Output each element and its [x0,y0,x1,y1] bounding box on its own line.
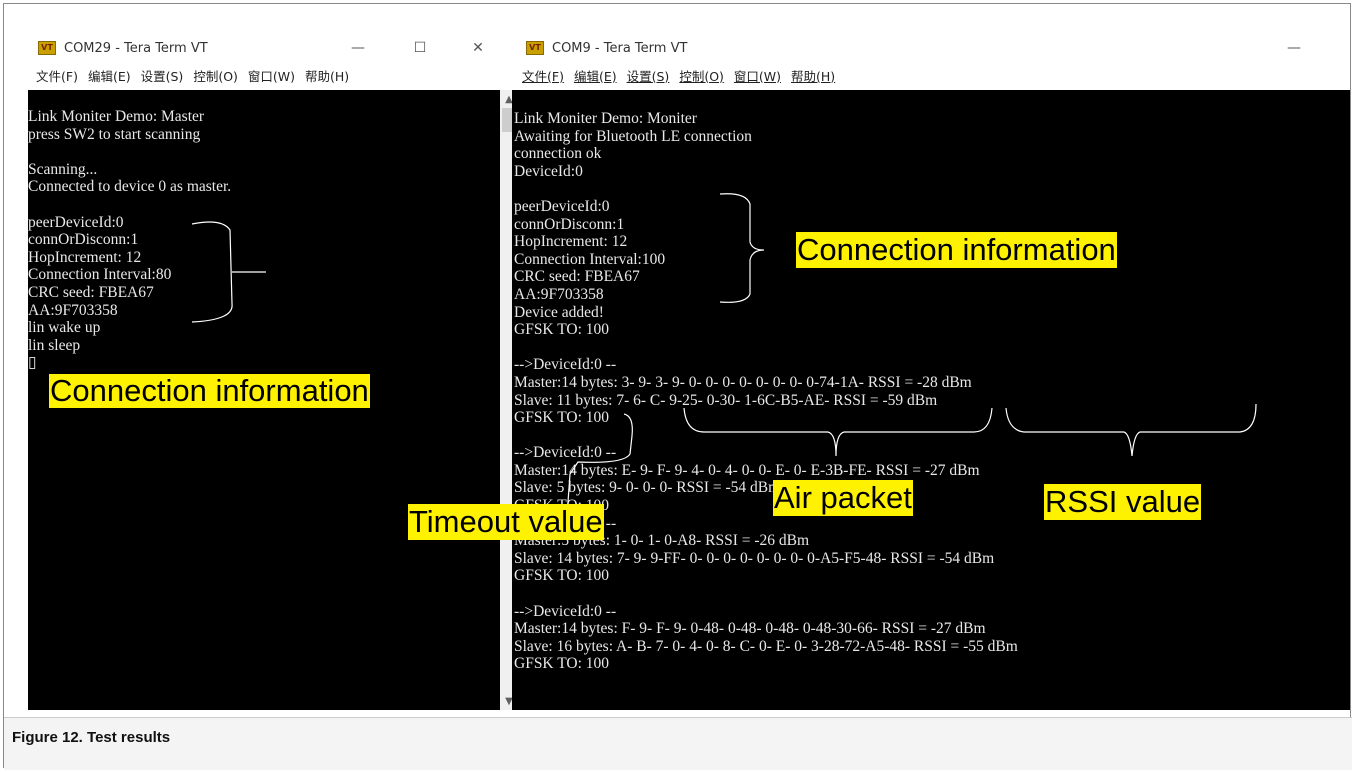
terminal-line: Link Moniter Demo: Moniter [514,110,697,127]
terminal-line: GFSK TO: 100 [514,321,610,339]
menu-setup[interactable]: 设置(S) [141,66,184,85]
terminal-line: Device added! [514,303,604,321]
minimize-icon[interactable]: — [338,34,378,62]
right-window-title: COM9 - Tera Term VT [552,40,688,56]
terminal-line: CRC seed: FBEA67 [514,268,640,286]
terminal-line: HopIncrement: 12 [28,248,142,266]
tera-term-icon: VT [38,41,56,55]
menu-window[interactable]: 窗口(W) [248,66,295,85]
terminal-line: GFSK TO: 100 [514,655,610,673]
terminal-line: Slave: 16 bytes: A- B- 7- 0- 4- 0- 8- C-… [514,637,1018,655]
terminal-line: Connected to device 0 as master. [28,178,232,196]
terminal-line: connection ok [514,145,602,163]
menu-edit[interactable]: 编辑(E) [574,66,617,85]
terminal-line: GFSK TO: 100 [514,497,1350,515]
air-packet-label: Air packet [773,480,913,516]
terminal-line: AA:9F703358 [28,301,118,319]
terminal-line: DeviceId:0 [514,162,583,180]
menu-control[interactable]: 控制(O) [679,66,724,85]
terminal-line: Master:14 bytes: 3- 9- 3- 9- 0- 0- 0- 0-… [514,373,972,391]
right-terminal-output[interactable]: Link Moniter Demo: Moniter Awaiting for B… [512,90,1350,710]
figure-caption-bar: Figure 12. Test results [4,717,1352,770]
terminal-line: -->DeviceId:0 -- [514,514,617,532]
terminal-line: peerDeviceId:0 [514,197,610,215]
terminal-line: Master:5 bytes: 1- 0- 1- 0-A8- RSSI = -2… [514,532,810,550]
menu-setup[interactable]: 设置(S) [627,66,670,85]
menu-control[interactable]: 控制(O) [193,66,238,85]
right-title-bar[interactable]: VT COM9 - Tera Term VT — [512,34,1350,62]
right-terminal-window: VT COM9 - Tera Term VT — 文件(F) 编辑(E) 设置(… [512,28,1350,714]
terminal-line: Slave: 11 bytes: 7- 6- C- 9-25- 0-30- 1-… [514,391,938,409]
terminal-line: Slave: 14 bytes: 7- 9- 9-FF- 0- 0- 0- 0-… [514,549,995,567]
figure-caption: Figure 12. Test results [12,729,171,746]
menu-help[interactable]: 帮助(H) [305,66,349,85]
terminal-line: press SW2 to start scanning [28,125,201,143]
menu-window[interactable]: 窗口(W) [734,66,781,85]
terminal-line: Slave: 5 bytes: 9- 0- 0- 0- RSSI = -54 d… [514,479,781,497]
left-terminal-window: VT COM29 - Tera Term VT — ☐ ✕ 文件(F) 编辑(E… [18,28,518,714]
right-connection-info-label: Connection information [796,232,1117,268]
terminal-line: AA:9F703358 [514,285,604,303]
menu-file[interactable]: 文件(F) [36,66,78,85]
terminal-line: Awaiting for Bluetooth LE connection [514,127,752,145]
terminal-line: CRC seed: FBEA67 [28,283,154,301]
terminal-line: Master:14 bytes: F- 9- F- 9- 0-48- 0-48-… [514,620,986,638]
tera-term-icon: VT [526,41,544,55]
maximize-icon[interactable]: ☐ [400,34,440,62]
terminal-line: -->DeviceId:0 -- [514,602,617,620]
terminal-line: Link Moniter Demo: Master [28,108,205,125]
terminal-line: peerDeviceId:0 [28,213,124,231]
terminal-line: connOrDisconn:1 [514,215,625,233]
left-window-title: COM29 - Tera Term VT [64,40,208,56]
menu-help[interactable]: 帮助(H) [791,66,835,85]
left-menu-bar: 文件(F) 编辑(E) 设置(S) 控制(O) 窗口(W) 帮助(H) [18,64,507,86]
terminal-line: Scanning... [28,160,98,178]
terminal-line: Connection Interval:80 [28,266,172,284]
left-connection-info-label: Connection information [49,373,370,408]
terminal-line: lin wake up [28,319,101,337]
rssi-value-label: RSSI value [1044,484,1202,520]
terminal-line: ▯ [28,354,37,372]
right-menu-bar: 文件(F) 编辑(E) 设置(S) 控制(O) 窗口(W) 帮助(H) [512,64,1350,86]
terminal-line: connOrDisconn:1 [28,231,139,249]
terminal-line: -->DeviceId:0 -- [514,444,617,462]
terminal-line: GFSK TO: 100 [514,409,610,427]
terminal-line: lin sleep [28,336,81,354]
figure-frame: VT COM29 - Tera Term VT — ☐ ✕ 文件(F) 编辑(E… [3,3,1352,770]
terminal-line: Master:14 bytes: E- 9- F- 9- 4- 0- 4- 0-… [514,461,980,479]
minimize-icon[interactable]: — [1274,34,1314,62]
terminal-line: GFSK TO: 100 [514,567,610,585]
close-icon[interactable]: ✕ [458,34,498,62]
timeout-value-label: Timeout value [408,504,604,540]
terminal-line: -->DeviceId:0 -- [514,356,617,374]
left-title-bar[interactable]: VT COM29 - Tera Term VT — ☐ ✕ [18,34,507,62]
menu-edit[interactable]: 编辑(E) [88,66,131,85]
menu-file[interactable]: 文件(F) [522,66,564,85]
